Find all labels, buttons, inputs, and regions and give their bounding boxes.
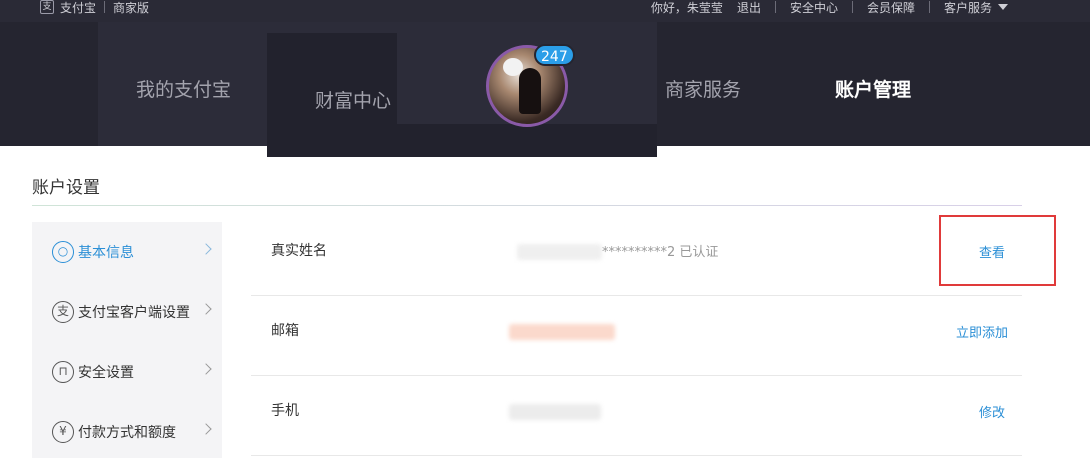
title-divider [32, 205, 1022, 206]
row-label: 邮箱 [271, 323, 299, 339]
logout-link[interactable]: 退出 [737, 0, 761, 16]
add-email-button[interactable]: 立即添加 [956, 322, 1008, 341]
alipay-logo-icon: 支 [40, 0, 54, 14]
redacted-value [509, 324, 615, 340]
row-value: **********2 已认证 [602, 245, 719, 260]
redacted-value [517, 244, 602, 260]
greeting-text: 你好，朱莹莹 [650, 0, 723, 15]
nav-merchant-services[interactable]: 商家服务 [665, 75, 741, 102]
sidebar-item-label: 基本信息 [78, 245, 134, 261]
notification-badge[interactable]: 247 [534, 44, 575, 66]
brand-group: 支 支付宝 商家版 [40, 0, 150, 16]
page-title: 账户设置 [32, 178, 100, 198]
divider [851, 1, 853, 13]
chevron-right-icon [200, 363, 212, 375]
redacted-value [509, 404, 601, 420]
info-row-email: 邮箱 立即添加 [251, 296, 1022, 376]
divider [774, 1, 776, 13]
nav-wealth-center[interactable]: 财富中心 [315, 86, 391, 113]
caret-down-icon[interactable] [998, 4, 1008, 10]
highlight-annotation [939, 215, 1056, 286]
info-row-real-name: 真实姓名 **********2 已认证 查看 [251, 216, 1022, 296]
member-protection-link[interactable]: 会员保障 [867, 0, 915, 16]
chevron-right-icon [200, 423, 212, 435]
divider [104, 1, 106, 13]
sidebar-item-payment-limits[interactable]: ¥ 付款方式和额度 [52, 420, 212, 444]
edition-label: 商家版 [113, 0, 150, 15]
chevron-right-icon [200, 303, 212, 315]
brand-name[interactable]: 支付宝 [60, 0, 96, 16]
row-label: 手机 [271, 403, 299, 419]
sidebar-item-label: 付款方式和额度 [78, 425, 176, 441]
nav-account-management[interactable]: 账户管理 [835, 75, 911, 102]
nav-hover-panel-extension [397, 124, 657, 157]
lock-icon: ⊓ [52, 361, 74, 383]
sidebar-item-security[interactable]: ⊓ 安全设置 [52, 360, 212, 384]
avatar-photo-figure [519, 68, 541, 114]
row-label: 真实姓名 [271, 243, 327, 259]
edit-phone-button[interactable]: 修改 [979, 402, 1005, 421]
user-icon: ○ [52, 241, 74, 263]
divider [928, 1, 930, 13]
top-links: 你好，朱莹莹 退出 安全中心 会员保障 客户服务 [650, 0, 1008, 16]
sidebar: ○ 基本信息 支 支付宝客户端设置 ⊓ 安全设置 ¥ 付款方式和额度 [32, 222, 222, 458]
sidebar-item-label: 支付宝客户端设置 [78, 305, 190, 321]
yuan-icon: ¥ [52, 421, 74, 443]
sidebar-item-label: 安全设置 [78, 365, 134, 381]
info-row-phone: 手机 修改 [251, 376, 1022, 456]
chevron-right-icon [200, 243, 212, 255]
sidebar-item-client-settings[interactable]: 支 支付宝客户端设置 [52, 300, 212, 324]
alipay-icon: 支 [52, 301, 74, 323]
sidebar-item-basic-info[interactable]: ○ 基本信息 [52, 240, 212, 264]
nav-my-alipay[interactable]: 我的支付宝 [136, 75, 231, 102]
security-center-link[interactable]: 安全中心 [790, 0, 838, 16]
customer-service-menu[interactable]: 客户服务 [944, 0, 992, 16]
top-bar: 支 支付宝 商家版 你好，朱莹莹 退出 安全中心 会员保障 客户服务 [0, 0, 1090, 22]
